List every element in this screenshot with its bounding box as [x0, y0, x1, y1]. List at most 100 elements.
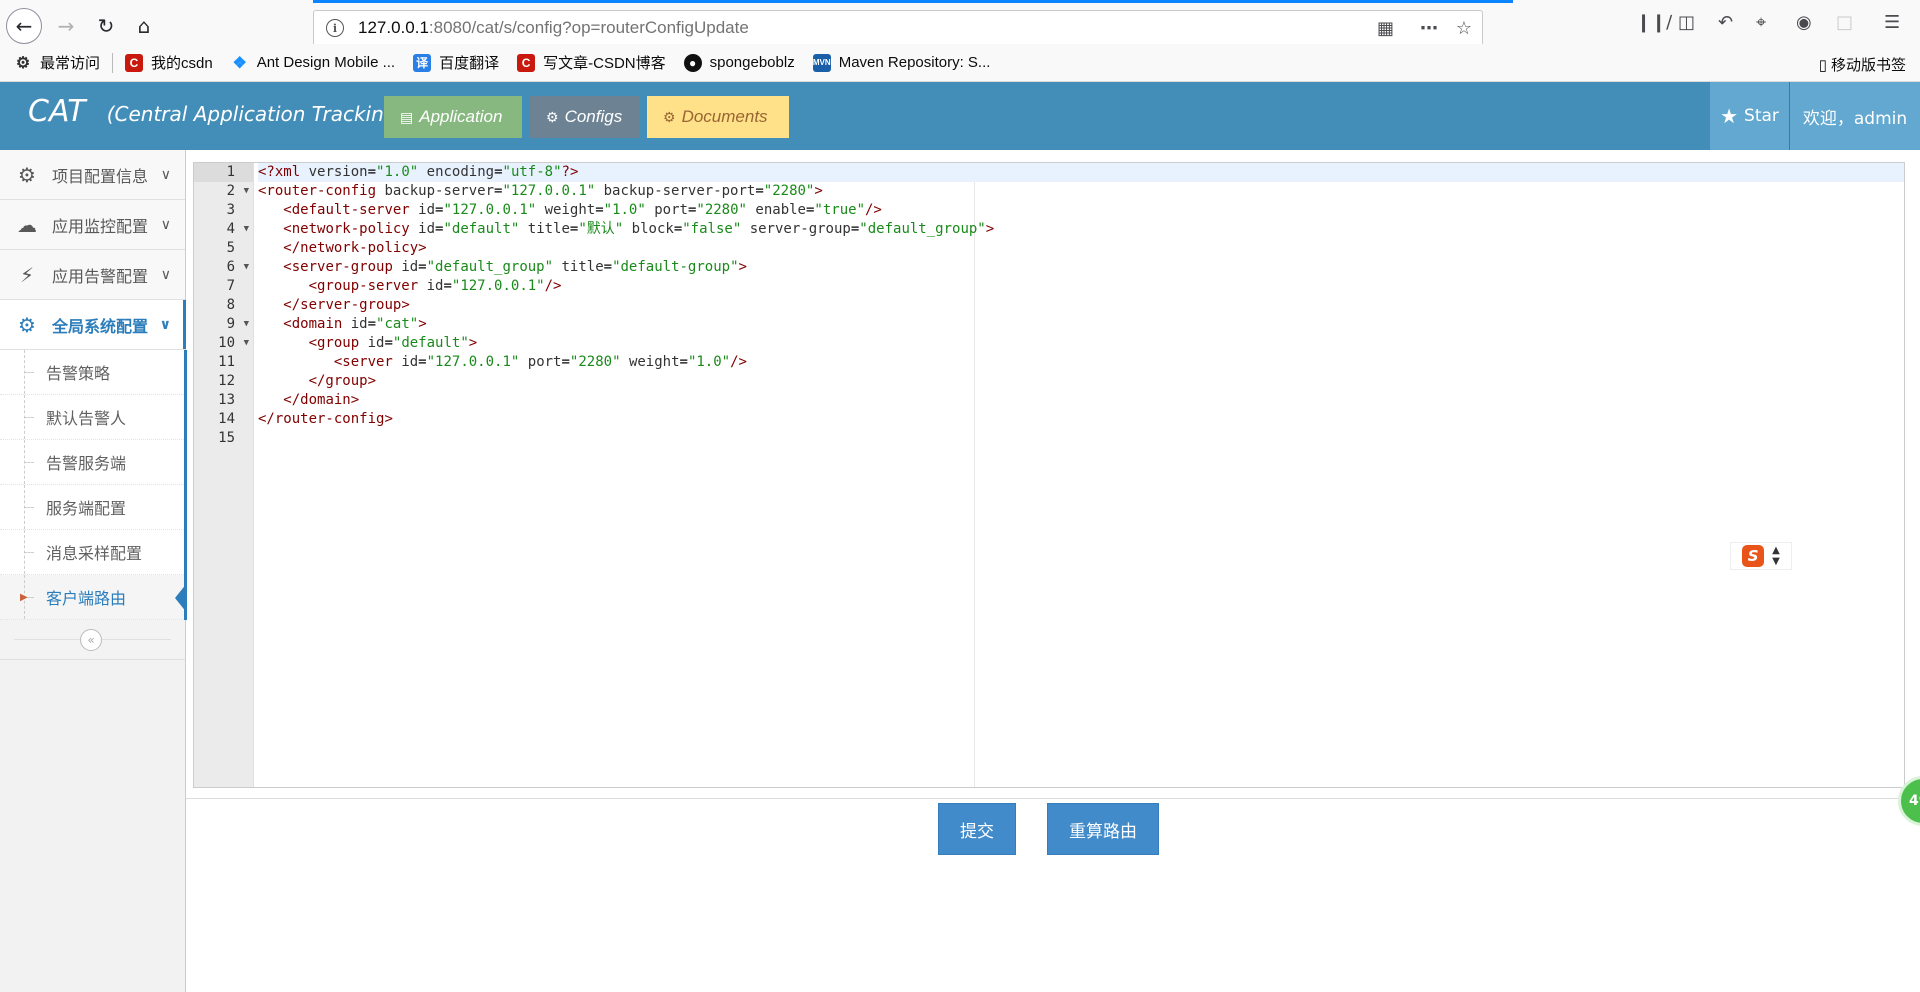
fold-toggle-icon[interactable]: ▼ [244, 182, 249, 201]
header-right: ★ Star 欢迎，admin [1710, 82, 1920, 150]
bookmark-baidu-translate[interactable]: 译 百度翻译 [413, 52, 499, 73]
qr-code-icon[interactable]: ▦ [1377, 18, 1394, 39]
undo-icon[interactable]: ↶ [1718, 12, 1733, 33]
sidebar-item-alert-config[interactable]: ⚡ 应用告警配置 ∨ [0, 250, 185, 300]
home-button[interactable]: ⌂ [126, 8, 162, 44]
crop-icon[interactable]: ⌖ [1756, 12, 1766, 33]
submenu-item-client-router[interactable]: ▶ 客户端路由 [0, 575, 187, 620]
code-line[interactable]: </group> [258, 372, 1904, 391]
code-line[interactable]: <network-policy id="default" title="默认" … [258, 220, 1904, 239]
code-line[interactable]: <server id="127.0.0.1" port="2280" weigh… [258, 353, 1904, 372]
bookmark-github[interactable]: ● spongeboblz [683, 53, 795, 72]
global-config-submenu: 告警策略 默认告警人 告警服务端 服务端配置 消息采样配置 ▶ 客户端路由 [0, 350, 187, 620]
url-text[interactable]: 127.0.0.1:8080/cat/s/config?op=routerCon… [358, 18, 749, 38]
line-number-label: 15 [218, 430, 235, 446]
bookmark-star-icon[interactable]: ☆ [1456, 18, 1472, 39]
code-line[interactable]: </domain> [258, 391, 1904, 410]
code-line[interactable]: </server-group> [258, 296, 1904, 315]
code-line[interactable]: <?xml version="1.0" encoding="utf-8"?> [258, 163, 1904, 182]
chevron-down-icon: ∨ [160, 266, 171, 283]
app-header: CAT (Central Application Tracking) ▤ App… [0, 82, 1920, 150]
submenu-item-label: 服务端配置 [46, 499, 127, 518]
fold-toggle-icon[interactable]: ▼ [244, 258, 249, 277]
documents-label: Documents [681, 107, 768, 126]
reload-button[interactable]: ↻ [88, 8, 124, 44]
line-number-label: 6 [226, 259, 235, 275]
line-number: 10 ▼ [194, 334, 253, 353]
maven-icon: MVN [812, 53, 831, 72]
sogou-logo-icon: S [1742, 545, 1765, 567]
code-line[interactable]: <router-config backup-server="127.0.0.1"… [258, 182, 1904, 201]
submenu-item-alert-policy[interactable]: 告警策略 [0, 350, 184, 395]
reload-icon: ↻ [97, 14, 115, 38]
submenu-item-alert-server[interactable]: 告警服务端 [0, 440, 184, 485]
sidebar-item-label: 应用告警配置 [52, 266, 149, 286]
xml-code-editor[interactable]: 1 2 ▼ 3 4 ▼ 5 6 ▼ 7 8 9 ▼ 10 ▼ 11 12 13 14 15 <?xml version… [193, 162, 1905, 788]
submenu-item-default-receiver[interactable]: 默认告警人 [0, 395, 184, 440]
forward-button[interactable]: → [48, 8, 84, 44]
sogou-ime-widget[interactable]: S ▲ ▼ [1730, 542, 1792, 570]
bookmark-my-csdn[interactable]: C 我的csdn [125, 52, 213, 73]
submenu-item-server-config[interactable]: 服务端配置 [0, 485, 184, 530]
line-number: 4 ▼ [194, 220, 253, 239]
line-number: 7 [194, 277, 253, 296]
caret-right-icon: ▶ [20, 591, 28, 603]
line-number-label: 12 [218, 373, 235, 389]
code-line[interactable]: </network-policy> [258, 239, 1904, 258]
recalculate-route-button[interactable]: 重算路由 [1047, 803, 1159, 855]
fold-toggle-icon[interactable]: ▼ [244, 334, 249, 353]
site-info-icon[interactable]: i [326, 19, 344, 37]
submit-button[interactable]: 提交 [938, 803, 1016, 855]
menu-icon[interactable]: ☰ [1884, 12, 1900, 33]
mobile-bookmarks[interactable]: ▯ 移动版书签 [1819, 54, 1906, 75]
line-number: 2 ▼ [194, 182, 253, 201]
welcome-label: 欢迎，admin [1802, 108, 1908, 129]
line-number-label: 4 [226, 221, 235, 237]
bookmark-label: 写文章-CSDN博客 [543, 55, 666, 72]
line-number: 3 [194, 201, 253, 220]
sidebar-item-project-config[interactable]: ⚙ 项目配置信息 ∨ [0, 150, 185, 200]
bookmark-maven[interactable]: MVN Maven Repository: S... [812, 53, 990, 72]
code-line[interactable]: <group-server id="127.0.0.1"/> [258, 277, 1904, 296]
library-icon[interactable]: ❙❙∕ [1636, 12, 1672, 33]
page-actions-icon[interactable]: ⋯ [1420, 18, 1438, 39]
sidebar-item-monitor-config[interactable]: ☁ 应用监控配置 ∨ [0, 200, 185, 250]
line-number: 12 [194, 372, 253, 391]
configs-label: Configs [564, 107, 623, 126]
submenu-item-label: 消息采样配置 [46, 544, 143, 563]
url-bar[interactable]: i 127.0.0.1:8080/cat/s/config?op=routerC… [313, 10, 1483, 46]
code-line[interactable]: <server-group id="default_group" title="… [258, 258, 1904, 277]
code-line[interactable]: <default-server id="127.0.0.1" weight="1… [258, 201, 1904, 220]
brand[interactable]: CAT (Central Application Tracking) [28, 94, 404, 129]
fold-toggle-icon[interactable]: ▼ [244, 315, 249, 334]
forward-arrow-icon: → [57, 14, 75, 38]
ime-menu-arrow-icon[interactable]: ▲ ▼ [1772, 545, 1780, 567]
user-welcome[interactable]: 欢迎，admin [1790, 82, 1920, 150]
badge-count: 49 [1909, 793, 1920, 809]
editor-code-area[interactable]: <?xml version="1.0" encoding="utf-8"?> <r… [258, 163, 1904, 448]
configs-button[interactable]: ⚙ Configs [530, 96, 640, 138]
bookmark-csdn-write[interactable]: C 写文章-CSDN博客 [517, 52, 666, 73]
chat-icon[interactable]: ◉ [1796, 12, 1812, 33]
code-line[interactable]: <group id="default"> [258, 334, 1904, 353]
bookmark-most-visited[interactable]: ⚙ 最常访问 [14, 52, 100, 73]
fold-toggle-icon[interactable]: ▼ [244, 220, 249, 239]
collapse-sidebar-button[interactable]: « [80, 629, 102, 651]
star-icon: ★ [1720, 104, 1739, 128]
code-line[interactable]: <domain id="cat"> [258, 315, 1904, 334]
sidebar-toggle-icon[interactable]: ◫ [1678, 12, 1695, 33]
bookmark-ant-design[interactable]: ❖ Ant Design Mobile ... [231, 54, 396, 72]
url-path: :8080/cat/s/config?op=routerConfigUpdate [428, 18, 749, 37]
application-button[interactable]: ▤ Application [384, 96, 522, 138]
submenu-item-sample-config[interactable]: 消息采样配置 [0, 530, 184, 575]
gear-icon: ⚙ [15, 54, 31, 72]
documents-button[interactable]: ⚙ Documents [647, 96, 789, 138]
star-button[interactable]: ★ Star [1710, 82, 1790, 150]
code-line[interactable]: </router-config> [258, 410, 1904, 429]
sidebar-item-global-config[interactable]: ⚙ 全局系统配置 ∨ [0, 300, 186, 350]
code-line[interactable] [258, 429, 1904, 448]
gears-icon: ⚙ [18, 162, 36, 187]
back-button[interactable]: ← [6, 8, 42, 44]
extension-icon[interactable]: □ [1836, 12, 1853, 33]
action-area: 提交 重算路由 [186, 798, 1920, 992]
